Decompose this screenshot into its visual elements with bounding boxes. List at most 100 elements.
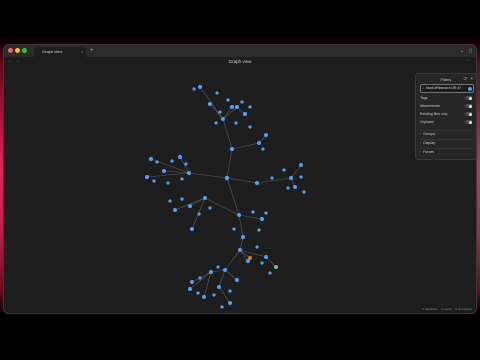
graph-node[interactable] (255, 181, 259, 185)
graph-node[interactable] (232, 227, 236, 231)
graph-node[interactable] (235, 105, 239, 109)
graph-node[interactable] (299, 163, 303, 167)
graph-node[interactable] (224, 175, 230, 181)
toggle-row-attachments[interactable]: Attachments (420, 103, 472, 109)
close-window-button[interactable] (8, 48, 13, 53)
graph-node[interactable] (221, 117, 225, 121)
graph-node[interactable] (226, 98, 230, 102)
graph-node[interactable] (248, 256, 252, 260)
graph-node[interactable] (203, 196, 207, 200)
graph-node[interactable] (230, 147, 234, 151)
graph-node[interactable] (255, 245, 259, 249)
graph-node[interactable] (168, 199, 172, 203)
tab-close-icon[interactable]: × (81, 47, 83, 57)
graph-node[interactable] (218, 110, 222, 114)
graph-node[interactable] (202, 295, 206, 299)
graph-node[interactable] (299, 175, 303, 179)
graph-node[interactable] (223, 268, 227, 272)
graph-node[interactable] (187, 171, 191, 175)
graph-node[interactable] (257, 141, 261, 145)
tab-graph-view[interactable]: Graph view × (34, 47, 86, 57)
minimize-window-button[interactable] (15, 48, 20, 53)
graph-node[interactable] (268, 271, 272, 275)
graph-node[interactable] (270, 176, 274, 180)
graph-node[interactable] (180, 177, 184, 181)
maximize-window-button[interactable] (22, 48, 27, 53)
close-icon[interactable]: × (470, 76, 473, 81)
graph-node[interactable] (257, 228, 261, 232)
graph-node[interactable] (209, 270, 213, 274)
sidebar-toggle-icon[interactable]: ▯ (469, 47, 472, 56)
graph-node[interactable] (228, 289, 232, 293)
graph-node[interactable] (166, 181, 170, 185)
graph-node[interactable] (234, 121, 238, 125)
graph-node[interactable] (248, 125, 252, 129)
graph-node[interactable] (238, 248, 242, 252)
chevron-down-icon[interactable]: ⌄ (460, 47, 464, 56)
graph-node[interactable] (173, 208, 177, 212)
graph-node[interactable] (216, 265, 220, 269)
graph-node[interactable] (145, 175, 149, 179)
more-options-icon[interactable]: ⋯ (466, 58, 471, 64)
graph-node[interactable] (264, 211, 268, 215)
graph-node[interactable] (190, 227, 194, 231)
graph-node[interactable] (208, 102, 212, 106)
graph-node[interactable] (192, 87, 196, 91)
attachments-toggle[interactable] (465, 104, 472, 108)
graph-canvas[interactable] (4, 67, 476, 313)
graph-node[interactable] (248, 105, 252, 109)
graph-node[interactable] (286, 186, 290, 190)
graph-node[interactable] (198, 85, 202, 89)
reset-icon[interactable]: ↺ (463, 76, 467, 82)
graph-node[interactable] (220, 305, 224, 309)
section-display[interactable]: › Display (420, 139, 472, 147)
graph-node[interactable] (261, 147, 265, 151)
graph-node[interactable] (180, 197, 184, 201)
graph-node[interactable] (188, 204, 192, 208)
toggle-row-tags[interactable]: Tags (420, 95, 472, 101)
graph-node[interactable] (240, 100, 244, 104)
existing-files-toggle[interactable] (465, 112, 472, 116)
graph-node[interactable] (293, 185, 297, 189)
graph-node[interactable] (188, 287, 192, 291)
graph-node[interactable] (170, 159, 174, 163)
graph-node[interactable] (237, 213, 241, 217)
graph-node[interactable] (162, 169, 166, 173)
graph-node[interactable] (152, 179, 156, 183)
graph-node[interactable] (212, 293, 216, 297)
section-forces[interactable]: › Forces (420, 148, 472, 156)
graph-node[interactable] (149, 157, 153, 161)
graph-node[interactable] (260, 261, 264, 265)
graph-node[interactable] (302, 190, 306, 194)
graph-node[interactable] (215, 91, 219, 95)
graph-node[interactable] (243, 112, 247, 116)
graph-node[interactable] (230, 105, 234, 109)
graph-node[interactable] (208, 206, 212, 210)
graph-node[interactable] (198, 276, 202, 280)
graph-node[interactable] (241, 235, 245, 239)
graph-node[interactable] (264, 133, 268, 137)
new-tab-button[interactable]: + (90, 47, 94, 56)
graph-node[interactable] (197, 212, 201, 216)
graph-node[interactable] (235, 278, 239, 282)
graph-node[interactable] (228, 301, 232, 305)
toggle-row-existing-files[interactable]: Existing files only (420, 111, 472, 117)
graph-node[interactable] (196, 291, 200, 295)
graph-node[interactable] (289, 176, 293, 180)
graph-node[interactable] (217, 285, 221, 289)
graph-node[interactable] (190, 280, 194, 284)
toggle-row-orphans[interactable]: Orphans (420, 119, 472, 125)
graph-node[interactable] (282, 168, 286, 172)
graph-node[interactable] (155, 160, 159, 164)
graph-node[interactable] (178, 155, 182, 159)
graph-node[interactable] (214, 121, 218, 125)
graph-node[interactable] (184, 162, 188, 166)
section-groups[interactable]: › Groups (420, 130, 472, 138)
graph-node[interactable] (260, 217, 264, 221)
graph-node[interactable] (251, 210, 255, 214)
orphans-toggle[interactable] (465, 120, 472, 124)
search-filter-input[interactable]: ⌕ block:#Research OR #T (420, 84, 474, 93)
graph-node[interactable] (274, 265, 278, 269)
tags-toggle[interactable] (465, 96, 472, 100)
graph-node[interactable] (264, 255, 268, 259)
